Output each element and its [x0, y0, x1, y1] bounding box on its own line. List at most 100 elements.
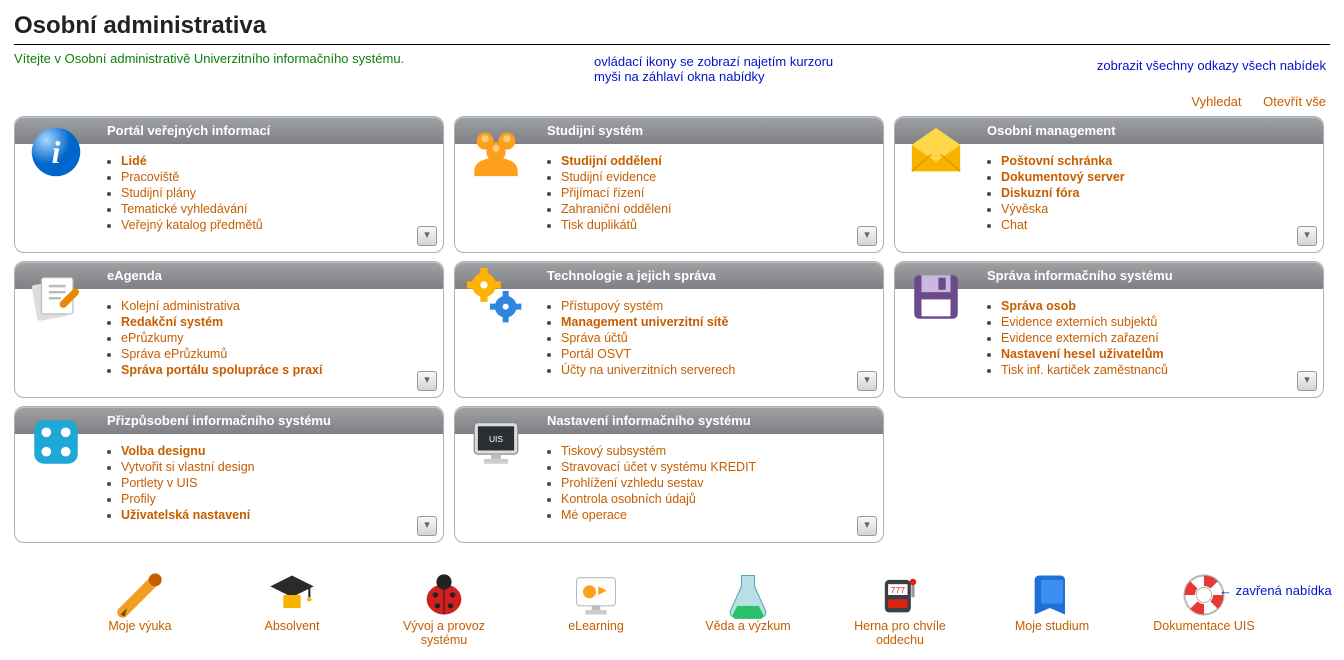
- list-item[interactable]: Profily: [121, 492, 429, 506]
- menu-elearning[interactable]: eLearning: [541, 569, 651, 647]
- list-item-link[interactable]: Tisk duplikátů: [561, 218, 637, 232]
- list-item-link[interactable]: Lidé: [121, 154, 147, 168]
- menu-dokumentace[interactable]: Dokumentace UIS ← zavřená nabídka: [1149, 569, 1259, 647]
- list-item-link[interactable]: Dokumentový server: [1001, 170, 1125, 184]
- expand-icon[interactable]: ▾: [417, 226, 437, 246]
- list-item-link[interactable]: Veřejný katalog předmětů: [121, 218, 263, 232]
- list-item-link[interactable]: Poštovní schránka: [1001, 154, 1112, 168]
- list-item[interactable]: Diskuzní fóra: [1001, 186, 1309, 200]
- list-item[interactable]: ePrůzkumy: [121, 331, 429, 345]
- list-item[interactable]: Pracoviště: [121, 170, 429, 184]
- list-item-link[interactable]: Portál OSVT: [561, 347, 631, 361]
- expand-icon[interactable]: ▾: [857, 226, 877, 246]
- list-item-link[interactable]: Chat: [1001, 218, 1027, 232]
- expand-icon[interactable]: ▾: [857, 371, 877, 391]
- list-item-link[interactable]: Studijní plány: [121, 186, 196, 200]
- panel-nastav: UIS Nastavení informačního systému Tisko…: [454, 406, 884, 543]
- list-item-link[interactable]: Evidence externích subjektů: [1001, 315, 1157, 329]
- list-item-link[interactable]: Tiskový subsystém: [561, 444, 666, 458]
- list-item[interactable]: Evidence externích subjektů: [1001, 315, 1309, 329]
- graduate-icon: [266, 569, 318, 615]
- list-item[interactable]: Management univerzitní sítě: [561, 315, 869, 329]
- list-item-link[interactable]: Správa portálu spolupráce s praxí: [121, 363, 322, 377]
- list-item-link[interactable]: Správa osob: [1001, 299, 1076, 313]
- list-item-link[interactable]: Studijní oddělení: [561, 154, 662, 168]
- list-item-link[interactable]: Správa účtů: [561, 331, 628, 345]
- list-item-link[interactable]: Volba designu: [121, 444, 206, 458]
- list-item[interactable]: Stravovací účet v systému KREDIT: [561, 460, 869, 474]
- list-item-link[interactable]: Tematické vyhledávání: [121, 202, 247, 216]
- list-item[interactable]: Portál OSVT: [561, 347, 869, 361]
- list-item[interactable]: Poštovní schránka: [1001, 154, 1309, 168]
- list-item-link[interactable]: Pracoviště: [121, 170, 179, 184]
- list-item-link[interactable]: ePrůzkumy: [121, 331, 184, 345]
- list-item-link[interactable]: Uživatelská nastavení: [121, 508, 250, 522]
- list-item-link[interactable]: Diskuzní fóra: [1001, 186, 1080, 200]
- list-item[interactable]: Evidence externích zařazení: [1001, 331, 1309, 345]
- list-item-link[interactable]: Prohlížení vzhledu sestav: [561, 476, 703, 490]
- list-item[interactable]: Vývěska: [1001, 202, 1309, 216]
- list-item[interactable]: Volba designu: [121, 444, 429, 458]
- list-item-link[interactable]: Stravovací účet v systému KREDIT: [561, 460, 756, 474]
- menu-absolvent[interactable]: Absolvent: [237, 569, 347, 647]
- list-item[interactable]: Kolejní administrativa: [121, 299, 429, 313]
- list-item[interactable]: Správa účtů: [561, 331, 869, 345]
- list-item-link[interactable]: Redakční systém: [121, 315, 223, 329]
- list-item[interactable]: Přístupový systém: [561, 299, 869, 313]
- list-item-link[interactable]: Správa ePrůzkumů: [121, 347, 227, 361]
- list-item[interactable]: Přijímací řízení: [561, 186, 869, 200]
- list-item[interactable]: Nastavení hesel uživatelům: [1001, 347, 1309, 361]
- list-item[interactable]: Správa portálu spolupráce s praxí: [121, 363, 429, 377]
- expand-icon[interactable]: ▾: [857, 516, 877, 536]
- list-item-link[interactable]: Evidence externích zařazení: [1001, 331, 1159, 345]
- list-item[interactable]: Účty na univerzitních serverech: [561, 363, 869, 377]
- list-item-link[interactable]: Zahraniční oddělení: [561, 202, 672, 216]
- list-item[interactable]: Správa ePrůzkumů: [121, 347, 429, 361]
- list-item-link[interactable]: Přijímací řízení: [561, 186, 644, 200]
- list-item[interactable]: Lidé: [121, 154, 429, 168]
- list-item-link[interactable]: Účty na univerzitních serverech: [561, 363, 735, 377]
- list-item-link[interactable]: Studijní evidence: [561, 170, 656, 184]
- list-item-link[interactable]: Vývěska: [1001, 202, 1048, 216]
- list-item[interactable]: Chat: [1001, 218, 1309, 232]
- list-item-link[interactable]: Management univerzitní sítě: [561, 315, 728, 329]
- search-link[interactable]: Vyhledat: [1191, 94, 1241, 109]
- list-item-link[interactable]: Profily: [121, 492, 156, 506]
- open-all-link[interactable]: Otevřít vše: [1263, 94, 1326, 109]
- list-item-link[interactable]: Kontrola osobních údajů: [561, 492, 696, 506]
- list-item[interactable]: Prohlížení vzhledu sestav: [561, 476, 869, 490]
- menu-moje-vyuka[interactable]: Moje výuka: [85, 569, 195, 647]
- menu-herna[interactable]: 777 Herna pro chvíle oddechu: [845, 569, 955, 647]
- list-item[interactable]: Studijní oddělení: [561, 154, 869, 168]
- list-item[interactable]: Veřejný katalog předmětů: [121, 218, 429, 232]
- list-item-link[interactable]: Vytvořit si vlastní design: [121, 460, 255, 474]
- list-item[interactable]: Vytvořit si vlastní design: [121, 460, 429, 474]
- list-item[interactable]: Mé operace: [561, 508, 869, 522]
- list-item[interactable]: Studijní plány: [121, 186, 429, 200]
- list-item[interactable]: Studijní evidence: [561, 170, 869, 184]
- list-item-link[interactable]: Tisk inf. kartiček zaměstnanců: [1001, 363, 1168, 377]
- list-item-link[interactable]: Mé operace: [561, 508, 627, 522]
- list-item-link[interactable]: Kolejní administrativa: [121, 299, 240, 313]
- list-item-link[interactable]: Nastavení hesel uživatelům: [1001, 347, 1164, 361]
- expand-icon[interactable]: ▾: [417, 516, 437, 536]
- list-item-link[interactable]: Přístupový systém: [561, 299, 663, 313]
- menu-veda[interactable]: Věda a výzkum: [693, 569, 803, 647]
- list-item[interactable]: Uživatelská nastavení: [121, 508, 429, 522]
- list-item[interactable]: Portlety v UIS: [121, 476, 429, 490]
- list-item[interactable]: Tematické vyhledávání: [121, 202, 429, 216]
- list-item[interactable]: Tiskový subsystém: [561, 444, 869, 458]
- expand-icon[interactable]: ▾: [1297, 226, 1317, 246]
- expand-icon[interactable]: ▾: [1297, 371, 1317, 391]
- menu-moje-studium[interactable]: Moje studium: [997, 569, 1107, 647]
- expand-icon[interactable]: ▾: [417, 371, 437, 391]
- list-item[interactable]: Tisk inf. kartiček zaměstnanců: [1001, 363, 1309, 377]
- list-item-link[interactable]: Portlety v UIS: [121, 476, 197, 490]
- list-item[interactable]: Redakční systém: [121, 315, 429, 329]
- list-item[interactable]: Správa osob: [1001, 299, 1309, 313]
- list-item[interactable]: Dokumentový server: [1001, 170, 1309, 184]
- list-item[interactable]: Zahraniční oddělení: [561, 202, 869, 216]
- list-item[interactable]: Kontrola osobních údajů: [561, 492, 869, 506]
- list-item[interactable]: Tisk duplikátů: [561, 218, 869, 232]
- menu-vyvoj[interactable]: Vývoj a provoz systému: [389, 569, 499, 647]
